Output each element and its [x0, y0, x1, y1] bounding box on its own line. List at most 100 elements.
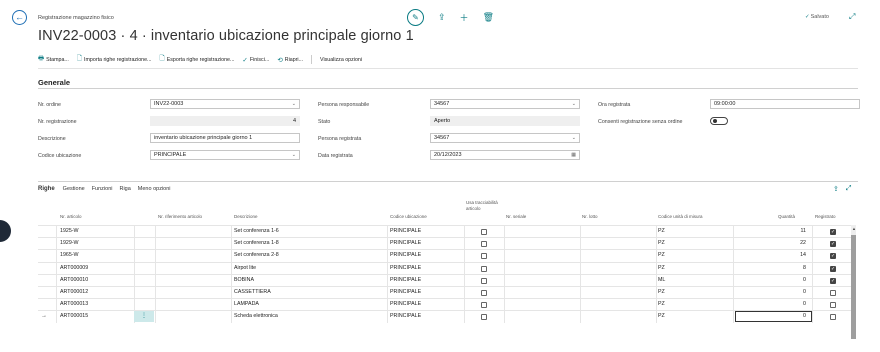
- cell-location[interactable]: PRINCIPALE: [390, 287, 464, 299]
- table-row[interactable]: ART000013 LAMPADA PRINCIPALE PZ 0: [38, 298, 855, 312]
- responsible-field[interactable]: 34567 ⌄: [430, 99, 580, 109]
- cell-location[interactable]: PRINCIPALE: [390, 299, 464, 311]
- use-tracking-checkbox[interactable]: [481, 290, 487, 296]
- cell-uom[interactable]: PZ: [658, 226, 732, 238]
- order-no-field[interactable]: INV22-0003 ⌄: [150, 99, 300, 109]
- recorded-checkbox[interactable]: ✓: [830, 253, 836, 260]
- use-tracking-checkbox[interactable]: [481, 314, 487, 321]
- scroll-up-arrow[interactable]: ▲: [852, 226, 856, 231]
- cell-location[interactable]: PRINCIPALE: [390, 226, 464, 238]
- cell-description[interactable]: Airpot lite: [234, 263, 384, 275]
- cell-uom[interactable]: ML: [658, 275, 732, 287]
- cell-location[interactable]: PRINCIPALE: [390, 250, 464, 262]
- column-header-item-no[interactable]: Nr. articolo: [60, 214, 82, 219]
- cell-description[interactable]: Set conferenza 2-8: [234, 250, 384, 262]
- cell-lot[interactable]: [582, 311, 656, 323]
- scrollbar[interactable]: [851, 225, 856, 339]
- use-tracking-checkbox[interactable]: [481, 265, 487, 272]
- cell-ref-no[interactable]: [158, 226, 232, 238]
- column-header-serial[interactable]: Nr. seriale: [506, 214, 526, 219]
- cell-quantity[interactable]: 8: [735, 263, 809, 275]
- use-tracking-checkbox[interactable]: [481, 241, 487, 248]
- cell-description[interactable]: BOBINA: [234, 275, 384, 287]
- cell-uom[interactable]: PZ: [658, 311, 732, 323]
- scrollbar-thumb[interactable]: [851, 235, 856, 339]
- table-row[interactable]: ART000010 BOBINA PRINCIPALE ML 0 ✓: [38, 273, 855, 287]
- cell-quantity[interactable]: 0: [735, 287, 809, 299]
- table-row[interactable]: ART000009 Airpot lite PRINCIPALE PZ 8 ✓: [38, 261, 855, 275]
- use-tracking-checkbox[interactable]: [481, 253, 487, 260]
- cell-item-no[interactable]: ART000015: [60, 311, 130, 323]
- cell-quantity[interactable]: 0: [735, 299, 809, 311]
- cell-ref-no[interactable]: [158, 263, 232, 275]
- cell-description[interactable]: LAMPADA: [234, 299, 384, 311]
- description-field[interactable]: inventario ubicazione principale giorno …: [150, 133, 300, 143]
- recorded-checkbox[interactable]: [830, 314, 836, 321]
- use-tracking-checkbox[interactable]: [481, 277, 487, 284]
- recorded-checkbox[interactable]: ✓: [830, 265, 836, 272]
- cell-lot[interactable]: [582, 299, 656, 311]
- recorded-date-field[interactable]: 20/12/2023 ▦: [430, 150, 580, 160]
- table-row[interactable]: ART000012 CASSETTIERA PRINCIPALE PZ 0: [38, 286, 855, 299]
- cell-quantity[interactable]: 0: [735, 275, 809, 287]
- cell-lot[interactable]: [582, 287, 656, 299]
- row-menu-icon[interactable]: ⋮: [134, 311, 154, 323]
- cell-uom[interactable]: PZ: [658, 263, 732, 275]
- table-row[interactable]: ART000015 Scheda elettronica PRINCIPALE PZ 0…: [38, 310, 855, 324]
- use-tracking-checkbox[interactable]: [481, 229, 487, 235]
- cell-serial[interactable]: [506, 238, 580, 250]
- cell-lot[interactable]: [582, 238, 656, 250]
- side-panel-handle[interactable]: [0, 220, 11, 242]
- cell-location[interactable]: PRINCIPALE: [390, 275, 464, 287]
- quantity-input[interactable]: [735, 311, 812, 323]
- cell-location[interactable]: PRINCIPALE: [390, 238, 464, 250]
- use-tracking-checkbox[interactable]: [481, 302, 487, 309]
- column-header-description[interactable]: Descrizione: [234, 214, 258, 219]
- cell-ref-no[interactable]: [158, 287, 232, 299]
- cell-serial[interactable]: [506, 250, 580, 262]
- tab-funzioni[interactable]: Funzioni: [92, 186, 113, 192]
- expand-icon[interactable]: ⤢: [846, 185, 852, 193]
- recorded-checkbox[interactable]: ✓: [830, 241, 836, 248]
- allow-without-order-toggle[interactable]: [710, 117, 728, 125]
- cell-ref-no[interactable]: [158, 311, 232, 323]
- import-lines-button[interactable]: 🗋 Importa righe registrazione...: [77, 54, 152, 65]
- tab-righe[interactable]: Righe: [38, 186, 55, 192]
- cell-description[interactable]: Set conferenza 1-8: [234, 238, 384, 250]
- cell-item-no[interactable]: ART000012: [60, 287, 130, 299]
- column-header-lot[interactable]: Nr. lotto: [582, 214, 598, 219]
- column-header-quantity[interactable]: Quantità: [778, 214, 795, 219]
- recorded-checkbox[interactable]: [830, 302, 836, 309]
- back-button[interactable]: ←: [12, 10, 27, 25]
- cell-quantity[interactable]: 14: [735, 250, 809, 262]
- cell-ref-no[interactable]: [158, 299, 232, 311]
- recorded-checkbox[interactable]: ✓: [830, 229, 836, 235]
- cell-uom[interactable]: PZ: [658, 238, 732, 250]
- table-row[interactable]: 1965-W Set conferenza 2-8 PRINCIPALE PZ 14 ✓: [38, 249, 855, 263]
- cell-item-no[interactable]: 1925-W: [60, 226, 130, 238]
- cell-ref-no[interactable]: [158, 275, 232, 287]
- add-icon[interactable]: ＋: [460, 11, 469, 24]
- cell-description[interactable]: Scheda elettronica: [234, 311, 384, 323]
- cell-description[interactable]: CASSETTIERA: [234, 287, 384, 299]
- cell-serial[interactable]: [506, 299, 580, 311]
- column-header-uom[interactable]: Codice unità di misura: [658, 214, 703, 219]
- cell-lot[interactable]: [582, 275, 656, 287]
- location-code-field[interactable]: PRINCIPALE ⌄: [150, 150, 300, 160]
- cell-uom[interactable]: PZ: [658, 299, 732, 311]
- column-header-recorded[interactable]: Registrato: [815, 214, 836, 219]
- tab-riga[interactable]: Riga: [119, 186, 130, 192]
- section-general-title[interactable]: Generale: [38, 78, 70, 87]
- collapse-icon[interactable]: ⤢: [849, 12, 855, 22]
- recorded-by-field[interactable]: 34567 ⌄: [430, 133, 580, 143]
- column-header-use-tracking[interactable]: Usa tracciabilità articolo: [466, 200, 498, 211]
- calendar-icon[interactable]: ▦: [571, 151, 576, 159]
- cell-serial[interactable]: [506, 275, 580, 287]
- cell-quantity[interactable]: 11: [735, 226, 809, 238]
- cell-lot[interactable]: [582, 263, 656, 275]
- column-header-location[interactable]: Codice ubicazione: [390, 214, 427, 219]
- cell-quantity[interactable]: 22: [735, 238, 809, 250]
- cell-serial[interactable]: [506, 226, 580, 238]
- cell-serial[interactable]: [506, 263, 580, 275]
- cell-location[interactable]: PRINCIPALE: [390, 263, 464, 275]
